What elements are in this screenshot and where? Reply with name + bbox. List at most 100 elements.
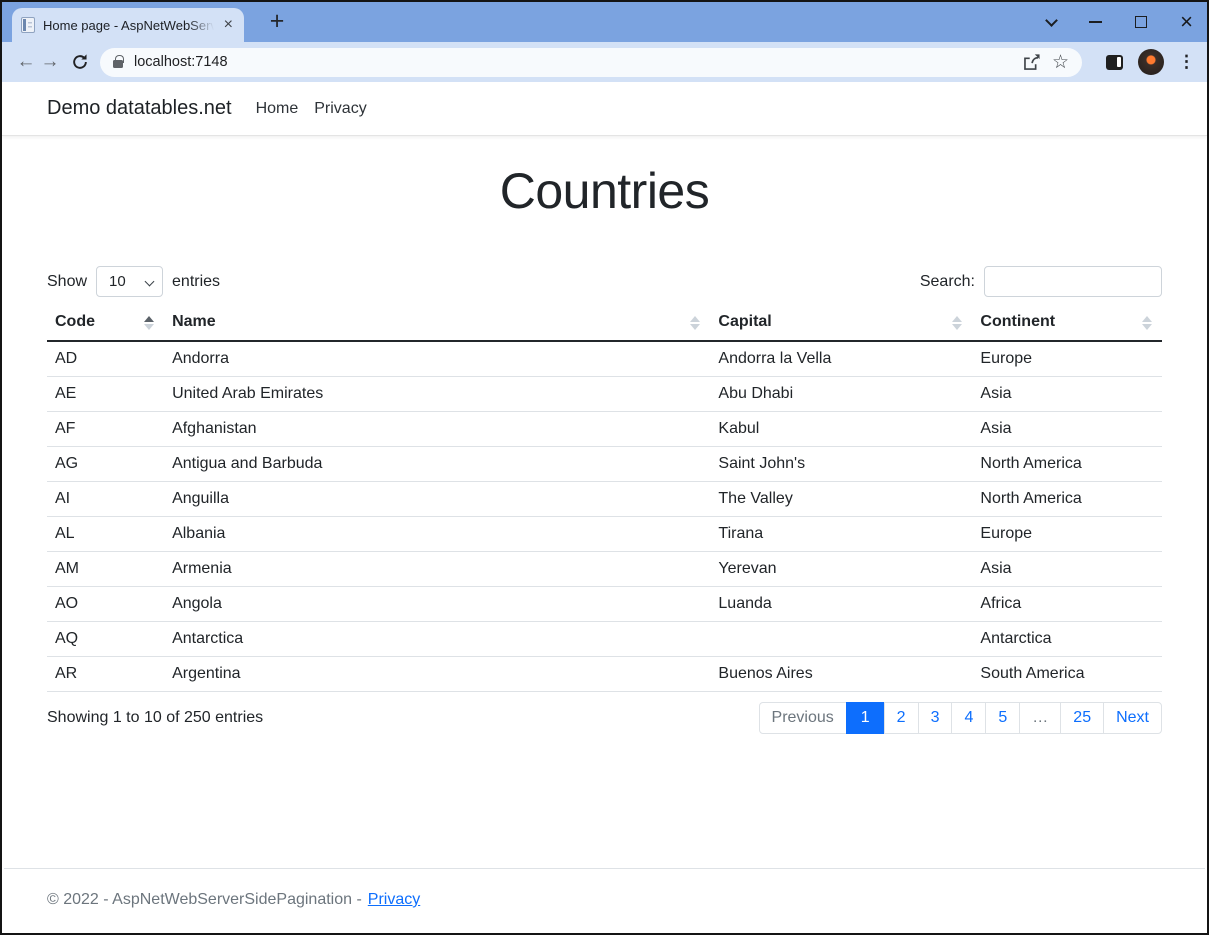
cell-code: AL [47,517,164,552]
cell-name: Antigua and Barbuda [164,447,710,482]
cell-code: AM [47,552,164,587]
cell-code: AE [47,377,164,412]
cell-name: Argentina [164,657,710,692]
table-row[interactable]: AO Angola Luanda Africa [47,587,1162,622]
footer-privacy-link[interactable]: Privacy [368,891,420,909]
pagination-previous[interactable]: Previous [759,702,847,734]
table-row[interactable]: AG Antigua and Barbuda Saint John's Nort… [47,447,1162,482]
maximize-button[interactable] [1135,16,1147,28]
page-title: Countries [47,162,1162,220]
show-label: Show [47,273,87,291]
table-footer: Showing 1 to 10 of 250 entries Previous … [47,702,1162,734]
back-button[interactable]: ← [14,51,38,73]
table-row[interactable]: AD Andorra Andorra la Vella Europe [47,341,1162,377]
table-row[interactable]: AM Armenia Yerevan Asia [47,552,1162,587]
table-row[interactable]: AL Albania Tirana Europe [47,517,1162,552]
cell-name: Antarctica [164,622,710,657]
cell-continent: North America [972,447,1162,482]
side-panel-icon[interactable] [1106,55,1123,70]
cell-name: Armenia [164,552,710,587]
new-tab-button[interactable]: + [262,6,292,36]
chevron-down-icon [145,277,155,287]
pagination-ellipsis: … [1019,702,1061,734]
cell-capital: Andorra la Vella [710,341,972,377]
cell-continent: Antarctica [972,622,1162,657]
table-row[interactable]: AE United Arab Emirates Abu Dhabi Asia [47,377,1162,412]
address-bar[interactable]: localhost:7148 ☆ [100,48,1082,77]
bookmark-star-icon[interactable]: ☆ [1052,53,1069,72]
cell-name: Andorra [164,341,710,377]
browser-window: Home page - AspNetWebServerSidePaginatio… [0,0,1209,935]
browser-titlebar: Home page - AspNetWebServerSidePaginatio… [2,2,1207,42]
pagination-page-25[interactable]: 25 [1060,702,1104,734]
copyright-text: © 2022 - AspNetWebServerSidePagination - [47,891,362,909]
pagination-page-2[interactable]: 2 [884,702,919,734]
cell-code: AF [47,412,164,447]
page-length-select[interactable]: 10 [96,266,163,297]
table-row[interactable]: AF Afghanistan Kabul Asia [47,412,1162,447]
window-controls: × [1047,2,1193,42]
url-text[interactable]: localhost:7148 [134,54,1011,70]
pagination-page-1[interactable]: 1 [846,702,885,734]
tab-search-chevron-icon[interactable] [1045,14,1058,27]
sort-icon [952,316,962,330]
cell-continent: Europe [972,517,1162,552]
profile-avatar[interactable] [1138,49,1164,75]
pagination-page-3[interactable]: 3 [918,702,953,734]
cell-capital: Luanda [710,587,972,622]
column-header-continent[interactable]: Continent [972,305,1162,341]
pagination-page-5[interactable]: 5 [985,702,1020,734]
cell-capital: The Valley [710,482,972,517]
table-controls: Show 10 entries Search: [47,266,1162,297]
cell-code: AQ [47,622,164,657]
search-input[interactable] [984,266,1162,297]
sort-icon [690,316,700,330]
browser-toolbar: ← → localhost:7148 ☆ ⋮ [2,42,1207,82]
cell-name: United Arab Emirates [164,377,710,412]
cell-name: Afghanistan [164,412,710,447]
table-row[interactable]: AQ Antarctica Antarctica [47,622,1162,657]
forward-button[interactable]: → [38,51,62,73]
page-favicon-icon [21,17,35,33]
lock-icon[interactable] [113,60,123,68]
cell-continent: North America [972,482,1162,517]
cell-continent: Asia [972,552,1162,587]
table-row[interactable]: AI Anguilla The Valley North America [47,482,1162,517]
table-row[interactable]: AR Argentina Buenos Aires South America [47,657,1162,692]
site-header: Demo datatables.net Home Privacy [2,82,1207,136]
pagination-page-4[interactable]: 4 [951,702,986,734]
cell-continent: Africa [972,587,1162,622]
reload-button[interactable] [68,53,92,71]
sort-icon-asc-active [144,316,154,330]
page-length-value: 10 [109,273,126,290]
pagination-next[interactable]: Next [1103,702,1162,734]
cell-name: Anguilla [164,482,710,517]
column-header-capital[interactable]: Capital [710,305,972,341]
nav-privacy-link[interactable]: Privacy [306,100,374,118]
brand-link[interactable]: Demo datatables.net [47,97,232,120]
entries-label: entries [172,273,220,291]
tab-close-icon[interactable]: × [222,17,235,33]
cell-capital: Tirana [710,517,972,552]
cell-code: AG [47,447,164,482]
cell-code: AD [47,341,164,377]
cell-continent: Asia [972,377,1162,412]
cell-name: Angola [164,587,710,622]
browser-tab[interactable]: Home page - AspNetWebServerSidePaginatio… [12,8,244,42]
countries-table: Code Name Capital Continent [47,305,1162,692]
tab-title: Home page - AspNetWebServerSidePaginatio… [43,18,214,33]
cell-capital: Saint John's [710,447,972,482]
share-icon[interactable] [1022,53,1041,72]
column-header-name[interactable]: Name [164,305,710,341]
page-length-control: Show 10 entries [47,266,220,297]
pagination: Previous 1 2 3 4 5 … 25 Next [759,702,1162,734]
sort-icon [1142,316,1152,330]
close-window-button[interactable]: × [1180,11,1193,33]
main-content: Countries Show 10 entries Search: Cod [2,162,1207,734]
minimize-button[interactable] [1089,21,1102,23]
nav-home-link[interactable]: Home [248,100,307,118]
menu-kebab-icon[interactable]: ⋮ [1178,52,1195,72]
column-header-code[interactable]: Code [47,305,164,341]
cell-capital: Abu Dhabi [710,377,972,412]
search-control: Search: [920,266,1162,297]
